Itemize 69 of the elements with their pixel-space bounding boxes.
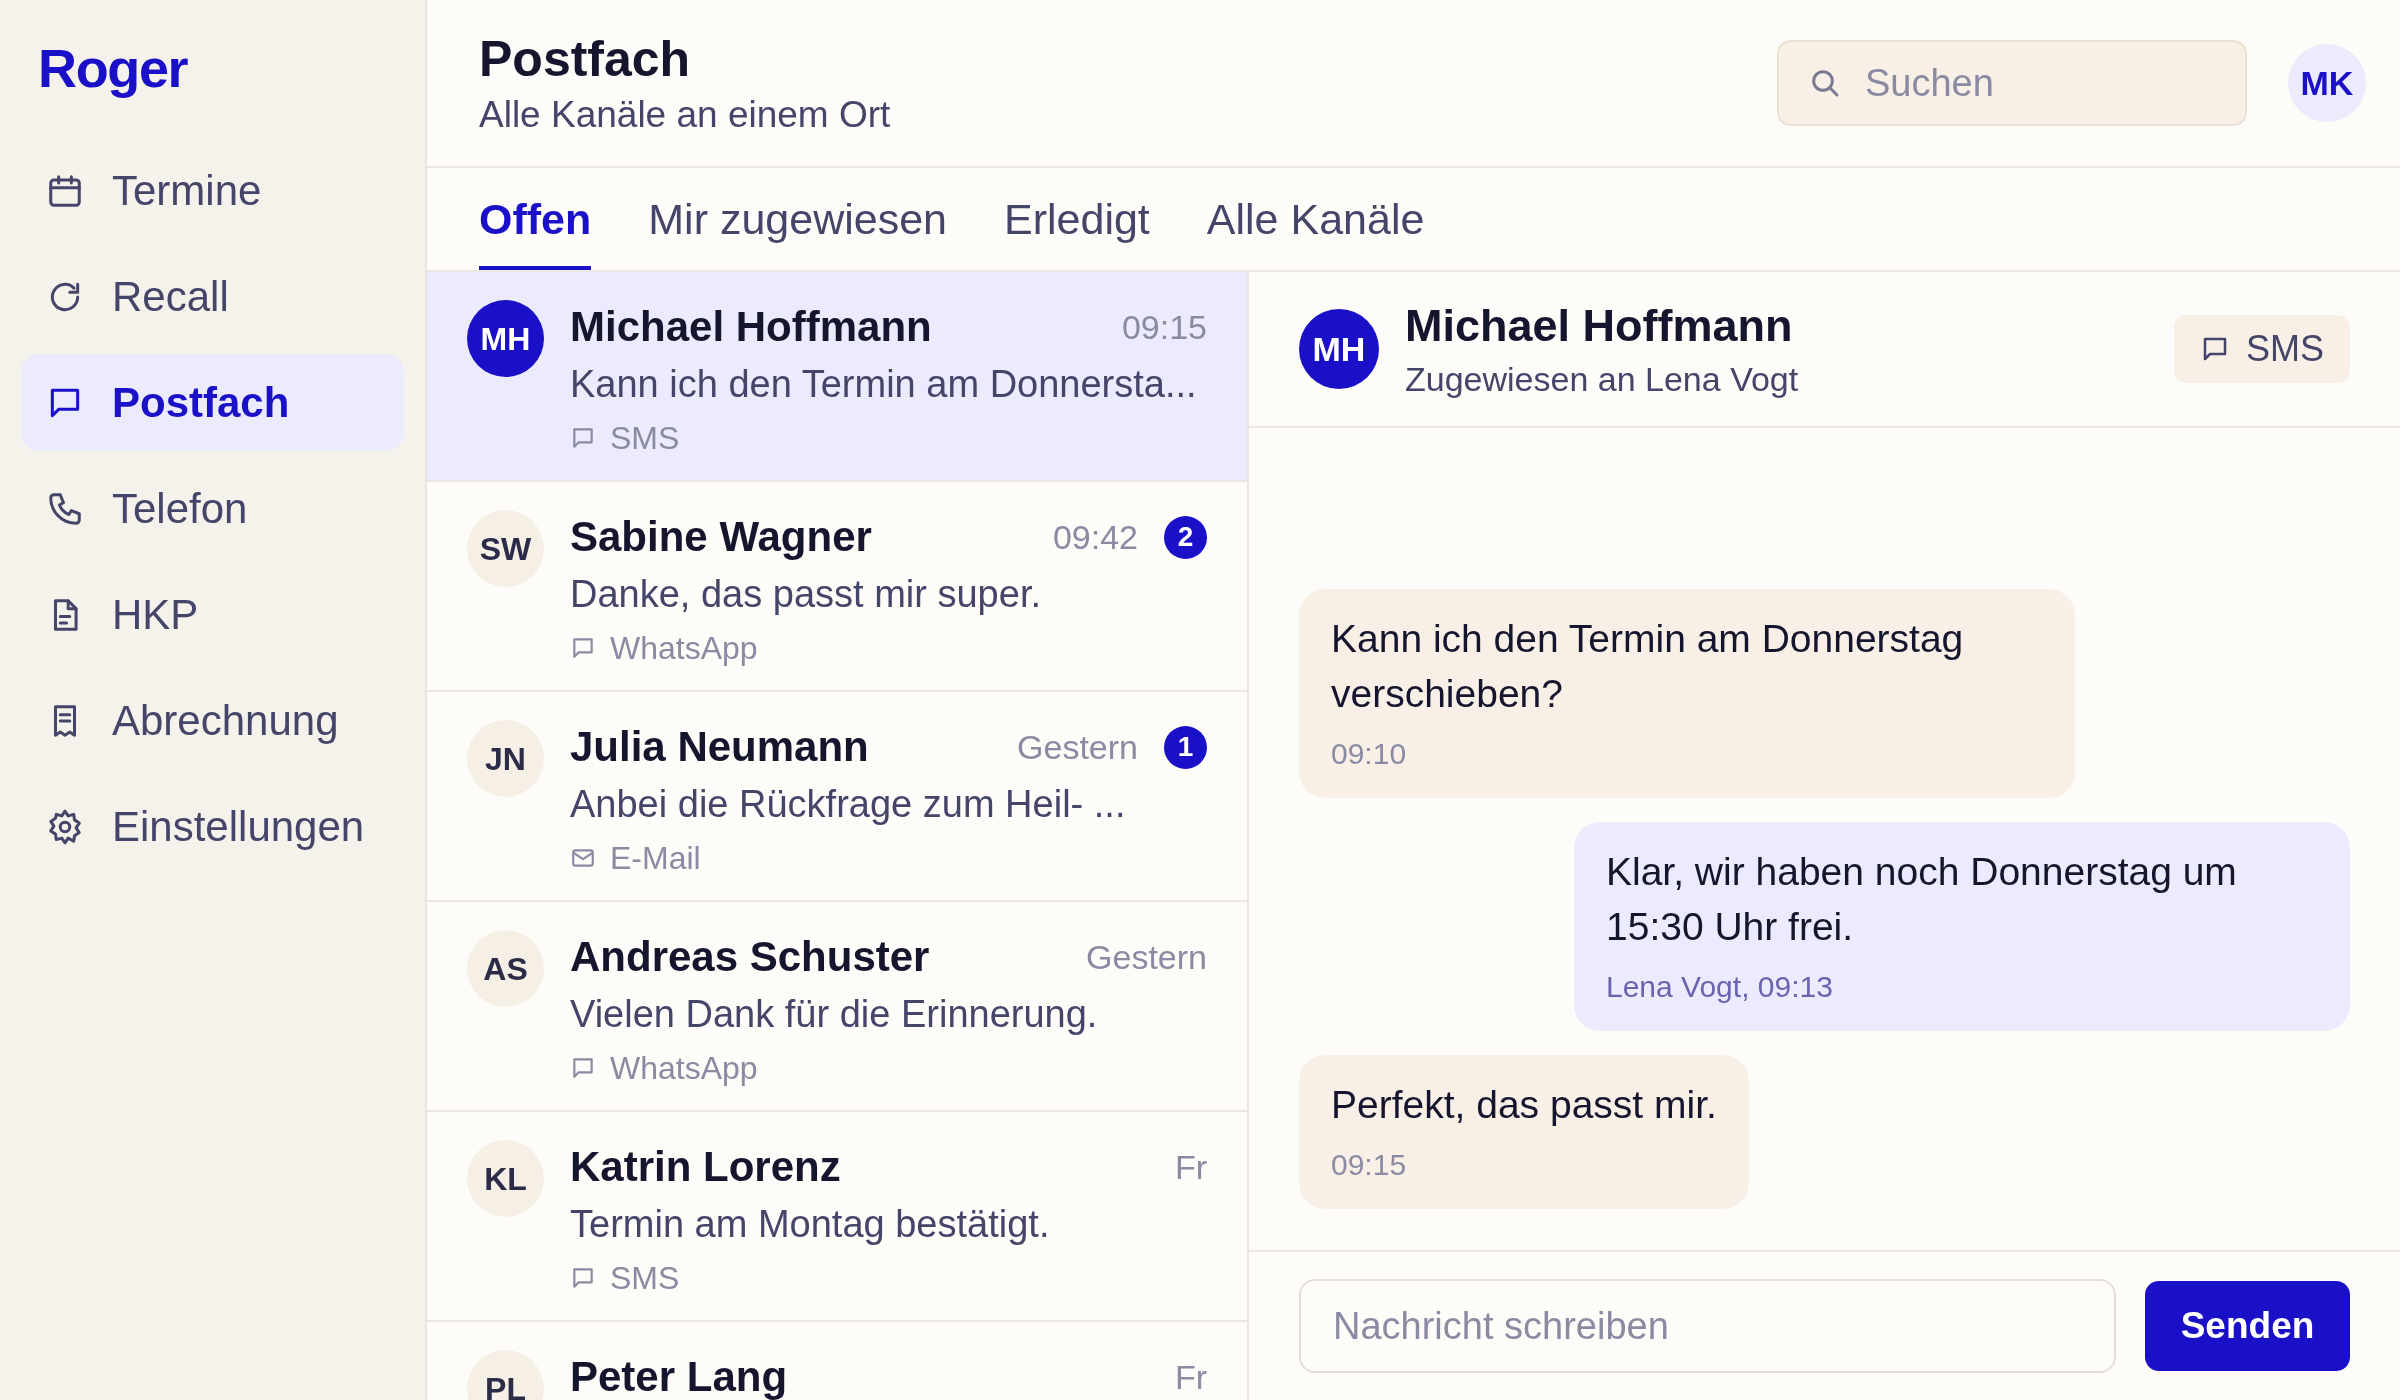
assignee-text: Zugewiesen an Lena Vogt [1405, 358, 1799, 400]
tab[interactable]: Mir zugewiesen [648, 168, 947, 270]
message-text: Perfekt, das passt mir. [1331, 1082, 1717, 1128]
message-time: Fr [1174, 1146, 1207, 1188]
user-avatar[interactable]: MK [2288, 44, 2366, 122]
contact-name: Michael Hoffmann [570, 302, 932, 352]
message-preview: Kann ich den Termin am Donnersta... [570, 362, 1198, 407]
message-input[interactable]: Nachricht schreiben [1299, 1279, 2116, 1373]
channel-badge: SMS [2174, 315, 2350, 383]
message-meta: 09:10 [1331, 736, 1408, 772]
logo: Roger [38, 38, 188, 98]
channel-label: WhatsApp [610, 629, 758, 668]
contact-name: Michael Hoffmann [1405, 298, 1794, 353]
channel-label: SMS [610, 419, 680, 458]
page-subtitle: Alle Kanäle an einem Ort [479, 93, 891, 138]
conversation-item[interactable]: KL Katrin Lorenz Fr Termin am Montag bestätigt. SMS [427, 1112, 1247, 1322]
channel-label: E-Mail [610, 839, 701, 878]
chat-icon [570, 1265, 596, 1291]
contact-avatar: JN [467, 720, 544, 797]
sidebar-item[interactable]: Einstellungen [21, 778, 404, 875]
contact-avatar: PL [467, 1350, 544, 1400]
message-time: Gestern [1017, 726, 1138, 768]
message-preview: Vielen Dank für die Erinnerung. [570, 992, 1099, 1037]
settings-icon [46, 807, 84, 846]
contact-name: Andreas Schuster [570, 932, 930, 982]
tab[interactable]: Erledigt [1004, 168, 1150, 270]
message-text: Kann ich den Termin am Donnerstag verschieben? [1331, 616, 1965, 717]
sidebar-item[interactable]: HKP [21, 566, 404, 663]
sidebar-item[interactable]: Abrechnung [21, 672, 404, 769]
unread-count: 2 [1164, 515, 1207, 559]
message-time: Fr [1174, 1356, 1207, 1398]
search-field[interactable]: Suchen [1777, 40, 2247, 126]
channel-label: SMS [610, 1259, 680, 1298]
message-meta: 09:15 [1331, 1147, 1408, 1183]
message-text: Klar, wir haben noch Donnerstag um 15:30 Uhr frei. [1606, 849, 2238, 950]
channel-label: WhatsApp [610, 1049, 758, 1088]
conversation-item[interactable]: JN Julia Neumann Gestern 1 Anbei die Rückfrage zum Heil- ... E-Mail [427, 692, 1247, 902]
sidebar-item[interactable]: Postfach [21, 354, 404, 451]
contact-avatar: SW [467, 510, 544, 587]
send-button[interactable]: Senden [2145, 1281, 2350, 1371]
message-time: Gestern [1086, 936, 1207, 978]
contact-avatar: MH [467, 300, 544, 377]
contact-avatar: KL [467, 1140, 544, 1217]
search-icon [1809, 67, 1841, 99]
sidebar-item[interactable]: Telefon [21, 460, 404, 557]
unread-count: 1 [1164, 725, 1207, 769]
sidebar-item[interactable]: Recall [21, 248, 404, 345]
message-time: 09:15 [1121, 306, 1207, 348]
page-title: Postfach [479, 29, 692, 89]
chat-icon [570, 635, 596, 661]
conversation-item[interactable]: SW Sabine Wagner 09:42 2 Danke, das passt mir super. WhatsApp [427, 482, 1247, 692]
conversation-item[interactable]: AS Andreas Schuster Gestern Vielen Dank für die Erinnerung. WhatsApp [427, 902, 1247, 1112]
chat-icon [570, 425, 596, 451]
conversation-item[interactable]: PL Peter Lang Fr [427, 1322, 1247, 1400]
chat-icon [570, 1055, 596, 1081]
contact-name: Katrin Lorenz [570, 1142, 841, 1192]
conversation-item[interactable]: MH Michael Hoffmann 09:15 Kann ich den Termin am Donnersta... SMS [427, 272, 1247, 482]
message-time: 09:42 [1052, 516, 1138, 558]
contact-name: Peter Lang [570, 1352, 788, 1400]
message-preview: Danke, das passt mir super. [570, 572, 1042, 617]
contact-name: Sabine Wagner [570, 512, 872, 562]
tab[interactable]: Alle Kanäle [1206, 168, 1425, 270]
message-preview: Anbei die Rückfrage zum Heil- ... [570, 782, 1127, 827]
sidebar-item[interactable]: Termine [21, 142, 404, 239]
message-meta: Lena Vogt, 09:13 [1606, 969, 1834, 1005]
contact-avatar: MH [1299, 309, 1379, 389]
contact-avatar: AS [467, 930, 544, 1007]
contact-name: Julia Neumann [570, 722, 869, 772]
message-preview: Termin am Montag bestätigt. [570, 1202, 1051, 1247]
